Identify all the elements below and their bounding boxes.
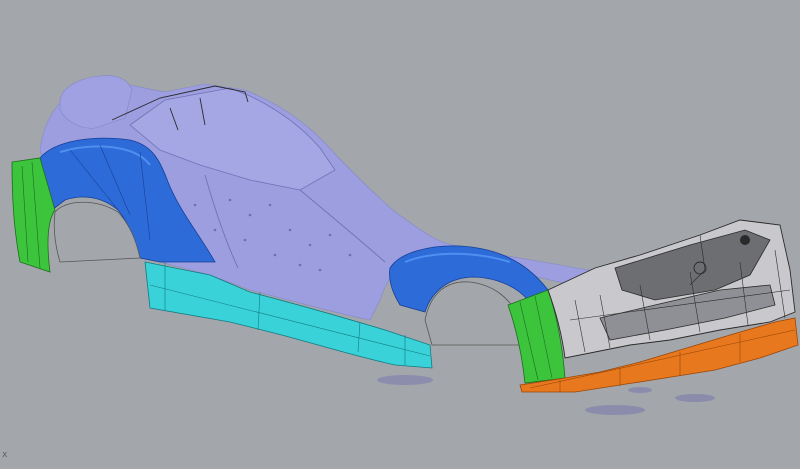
shadow-blob bbox=[628, 387, 652, 393]
axis-indicator: x bbox=[2, 450, 8, 460]
scan-dot bbox=[213, 228, 217, 232]
scan-dot bbox=[193, 203, 197, 207]
car-bodykit-model[interactable] bbox=[0, 0, 800, 469]
scan-dot bbox=[318, 268, 322, 272]
scan-dot bbox=[228, 198, 232, 202]
scan-dot bbox=[308, 243, 312, 247]
scan-dot bbox=[243, 238, 247, 242]
scan-dot bbox=[348, 253, 352, 257]
cad-viewport[interactable]: x bbox=[0, 0, 800, 469]
shadow-blob bbox=[675, 394, 715, 402]
scan-dot bbox=[273, 253, 277, 257]
scan-dot bbox=[328, 233, 332, 237]
front-wheel-arch bbox=[424, 281, 523, 346]
scan-dot bbox=[298, 263, 302, 267]
scan-dot bbox=[268, 203, 272, 207]
scan-dot bbox=[248, 213, 252, 217]
bumper-mount bbox=[740, 235, 750, 245]
shadow-blob bbox=[377, 375, 433, 385]
shadow-blob bbox=[585, 405, 645, 415]
scan-dot bbox=[288, 228, 292, 232]
